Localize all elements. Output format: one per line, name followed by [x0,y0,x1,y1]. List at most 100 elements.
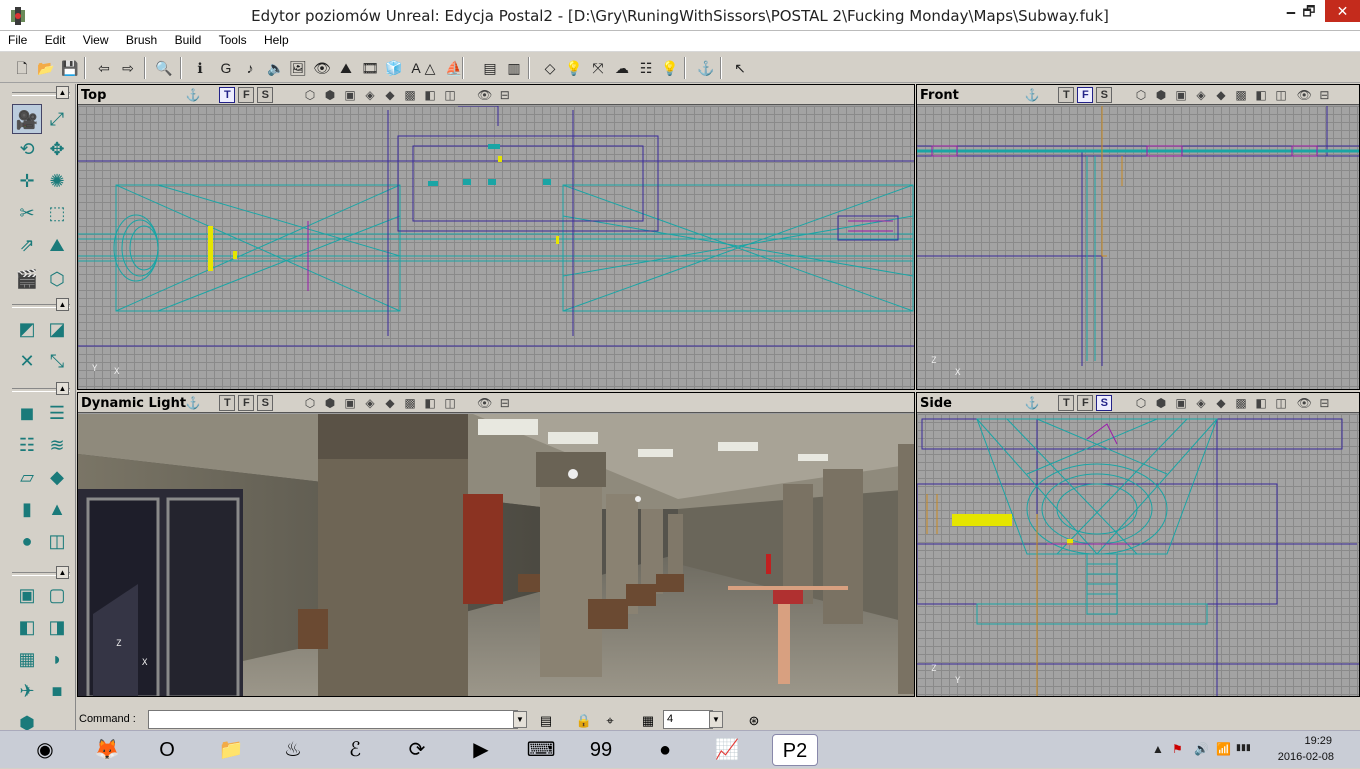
actor-class-icon[interactable]: 💡 [660,58,680,78]
depth-mode-icon[interactable]: ◫ [1272,87,1290,103]
add-volume-icon[interactable]: ✈ [12,676,42,706]
texture-rotate-icon[interactable]: ✺ [42,166,72,196]
view-top-toggle[interactable]: T [219,395,236,411]
split-brush-icon[interactable]: ◩ [12,314,42,344]
scale-icon[interactable]: ⤢ [42,104,72,134]
view-front-toggle[interactable]: F [238,87,255,103]
polys-mode-icon[interactable]: ▩ [1232,87,1250,103]
light-mode-icon[interactable]: ◆ [381,87,399,103]
viewport-top[interactable]: Top ⚓ TFS ⬡ ⬢ ▣ ◈ ◆ ▩ ◧ ◫ 👁 ⊟ Y X [77,84,915,390]
menu-build[interactable]: Build [167,31,208,47]
view-side-toggle[interactable]: S [257,87,274,103]
view-top-toggle[interactable]: T [1058,87,1075,103]
vertex-edit-icon[interactable]: ⬚ [42,198,72,228]
log-window-icon[interactable]: ▤ [536,711,556,731]
sphere-brush-icon[interactable]: ● [12,526,42,556]
lighting-only-icon[interactable]: ◧ [421,395,439,411]
2d-shape-editor-icon[interactable]: ▤ [480,58,500,78]
lock-selection-icon[interactable]: 🔒 [574,711,594,731]
view-front-toggle[interactable]: F [238,395,255,411]
clock-date[interactable]: 2016-02-08 [1278,751,1334,763]
depth-mode-icon[interactable]: ◫ [441,87,459,103]
linear-stairs-icon[interactable]: ☷ [12,430,42,460]
grid-size-dropdown[interactable]: ▼ [709,711,723,728]
maximize-button[interactable]: 🗗 [1290,0,1328,22]
save-icon[interactable]: 💾 [60,58,80,78]
volume-icon[interactable]: 🔊 [1194,742,1209,756]
app-icon[interactable]: ℰ [338,734,372,766]
static-mesh-icon[interactable]: ⬡ [42,264,72,294]
viewport-canvas[interactable]: Z Y [917,414,1359,696]
depth-mode-icon[interactable]: ◫ [1272,395,1290,411]
view-side-toggle[interactable]: S [257,395,274,411]
light-mode-icon[interactable]: ◆ [381,395,399,411]
lighting-only-icon[interactable]: ◧ [1252,395,1270,411]
cone-brush-icon[interactable]: ▲ [42,494,72,524]
texture-mode-icon[interactable]: ▣ [1172,87,1190,103]
undo-icon[interactable]: ⇦ [94,58,114,78]
realtime-preview-icon[interactable]: 👁 [476,395,494,411]
view-front-toggle[interactable]: F [1077,87,1094,103]
intersect-brush-icon[interactable]: ◧ [12,612,42,642]
actor-drag-icon[interactable]: ⇗ [12,230,42,260]
zone-mode-icon[interactable]: ⬢ [1152,395,1170,411]
viewport-canvas[interactable]: Z X [917,106,1359,389]
action-center-icon[interactable]: ⚑ [1172,742,1183,756]
sound-browser-icon[interactable]: 🔈 [266,58,286,78]
camera-mode-icon[interactable]: 🎥 [12,104,42,134]
viewport-menu-icon[interactable]: ⊟ [496,87,514,103]
postal2-editor-icon[interactable]: P2 [772,734,818,766]
wireframe-mode-icon[interactable]: ⬡ [301,395,319,411]
stairs-brush-icon[interactable]: ☰ [42,398,72,428]
texture-pan-icon[interactable]: ✥ [42,134,72,164]
viewport-canvas[interactable]: Y X [78,106,914,389]
lighting-only-icon[interactable]: ◧ [1252,87,1270,103]
realtime-preview-icon[interactable]: 👁 [476,87,494,103]
viewport-menu-icon[interactable]: ⊟ [1315,395,1333,411]
redo-icon[interactable]: ⇨ [118,58,138,78]
firefox-icon[interactable]: 🦊 [90,734,124,766]
add-antiportal-icon[interactable]: ◗ [42,644,72,674]
light-mode-icon[interactable]: ◆ [1212,395,1230,411]
media-refresh-icon[interactable]: ⟳ [400,734,434,766]
curved-stairs-icon[interactable]: ≋ [42,430,72,460]
chrome-icon[interactable]: ◉ [28,734,62,766]
pin-icon[interactable]: ⚓ [184,87,202,103]
brush-clip-icon[interactable]: ✂ [12,198,42,228]
media-player-icon[interactable]: ▶ [464,734,498,766]
realtime-preview-icon[interactable]: 👁 [1295,395,1313,411]
collapse-arrow-icon[interactable]: ▲ [56,86,69,99]
viewport-menu-icon[interactable]: ⊟ [1315,87,1333,103]
music-browser-icon[interactable]: ♪ [240,58,260,78]
collapse-arrow-icon[interactable]: ▲ [56,382,69,395]
grid-toggle-icon[interactable]: ▦ [638,711,658,731]
pin-icon[interactable]: ⚓ [1023,87,1041,103]
context-help-icon[interactable]: ↖ [730,58,750,78]
snap-vertex-icon[interactable]: ⌖ [600,711,620,731]
split-brush-alt-icon[interactable]: ◪ [42,314,72,344]
light-mode-icon[interactable]: ◆ [1212,87,1230,103]
static-mesh-browser-icon[interactable]: ⛰ [336,58,356,78]
menu-help[interactable]: Help [256,31,295,47]
texture-mode-icon[interactable]: ▣ [341,87,359,103]
realtime-preview-icon[interactable]: 👁 [1295,87,1313,103]
grid-size-select[interactable]: 4 [663,710,713,729]
polys-mode-icon[interactable]: ▩ [401,87,419,103]
view-top-toggle[interactable]: T [1058,395,1075,411]
signal-icon[interactable]: ▮▮▮ [1236,742,1251,753]
texture-mode-icon[interactable]: ▣ [1172,395,1190,411]
rotation-grid-icon[interactable]: ⊛ [744,711,764,731]
view-side-toggle[interactable]: S [1096,395,1113,411]
build-geometry-icon[interactable]: ◇ [540,58,560,78]
close-button[interactable]: ✕ [1325,0,1360,22]
volumetric-icon[interactable]: ◆ [42,462,72,492]
wireframe-mode-icon[interactable]: ⬡ [1132,395,1150,411]
open-folder-icon[interactable]: 📂 [36,58,56,78]
command-input[interactable] [148,710,518,729]
texture-mode-icon[interactable]: ▣ [341,395,359,411]
deintersect-brush-icon[interactable]: ◨ [42,612,72,642]
pin-icon[interactable]: ⚓ [1023,395,1041,411]
performance-monitor-icon[interactable]: 99 [584,734,618,766]
add-special-icon[interactable]: ■ [42,676,72,706]
pin-icon[interactable]: ⚓ [184,395,202,411]
